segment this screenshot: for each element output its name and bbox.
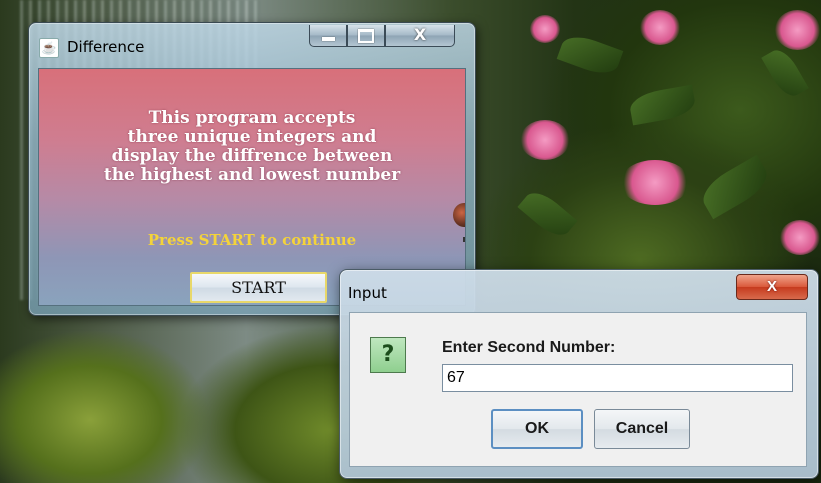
input-dialog: Input X ? Enter Second Number: OK Cancel (339, 269, 819, 479)
dialog-title: Input (348, 284, 387, 302)
balloon-basket-icon (463, 237, 465, 242)
dialog-close-button[interactable]: X (736, 274, 808, 300)
window-title: Difference (67, 38, 145, 56)
maximize-icon (358, 29, 374, 43)
minimize-icon (321, 37, 335, 41)
window-titlebar[interactable]: ☕ Difference X (29, 23, 475, 65)
start-button[interactable]: START (190, 272, 327, 303)
dialog-body: ? Enter Second Number: OK Cancel (349, 312, 807, 467)
close-button[interactable]: X (385, 25, 455, 47)
hot-air-balloon-icon (453, 203, 465, 227)
continue-prompt: Press START to continue (147, 231, 357, 249)
question-icon: ? (370, 337, 406, 373)
minimize-button[interactable] (309, 25, 347, 47)
java-cup-icon: ☕ (39, 38, 59, 58)
intro-line: three unique integers and (127, 127, 377, 147)
cancel-button[interactable]: Cancel (594, 409, 690, 449)
input-label: Enter Second Number: (442, 339, 616, 356)
number-input[interactable] (442, 364, 793, 392)
intro-line: the highest and lowest number (103, 165, 401, 185)
maximize-button[interactable] (347, 25, 385, 47)
intro-line: display the diffrence between (111, 146, 393, 166)
close-icon: X (413, 25, 427, 44)
ok-button[interactable]: OK (491, 409, 583, 449)
intro-line: This program accepts (148, 108, 356, 128)
intro-text: This program accepts three unique intege… (39, 109, 465, 185)
